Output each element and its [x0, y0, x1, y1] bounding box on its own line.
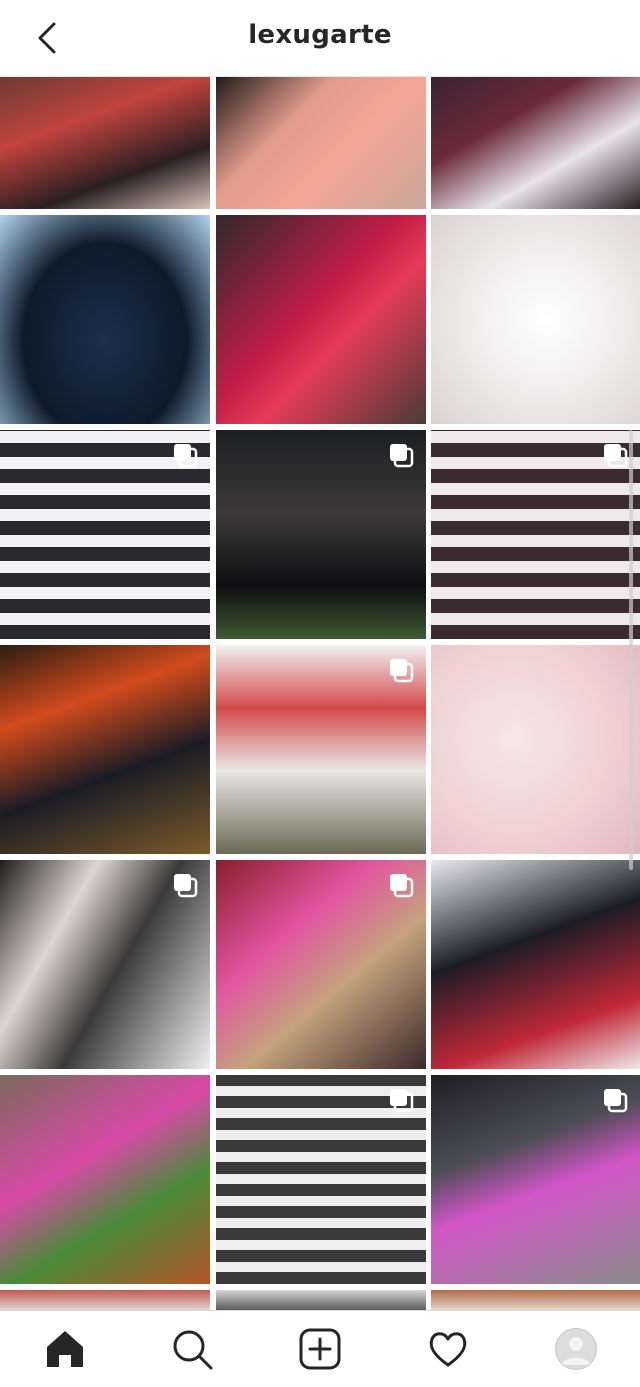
multiple-photos-icon [174, 874, 198, 898]
scrollbar[interactable] [629, 430, 633, 870]
post-7[interactable] [0, 430, 210, 639]
post-10[interactable] [0, 645, 210, 854]
post-11[interactable] [216, 645, 426, 854]
multiple-photos-icon [390, 444, 414, 468]
post-20[interactable] [216, 1290, 426, 1310]
post-4[interactable] [0, 215, 210, 424]
post-2[interactable] [216, 76, 426, 209]
post-3[interactable] [431, 76, 640, 209]
heart-icon [429, 1332, 467, 1367]
post-17[interactable] [216, 1075, 426, 1284]
post-14[interactable] [216, 860, 426, 1069]
person-silhouette-icon [562, 1337, 590, 1365]
tab-home[interactable] [41, 1325, 89, 1373]
post-5[interactable] [216, 215, 426, 424]
post-12[interactable] [431, 645, 640, 854]
post-6[interactable] [431, 215, 640, 424]
multiple-photos-icon [174, 444, 198, 468]
profile-avatar [555, 1328, 597, 1370]
header: lexugarte [0, 0, 640, 77]
multiple-photos-icon [390, 659, 414, 683]
multiple-photos-icon [604, 1089, 628, 1113]
tab-search[interactable] [168, 1325, 216, 1373]
tab-activity[interactable] [424, 1325, 472, 1373]
search-icon [173, 1330, 213, 1370]
post-21[interactable] [431, 1290, 640, 1310]
post-1[interactable] [0, 76, 210, 209]
multiple-photos-icon [604, 444, 628, 468]
post-18[interactable] [431, 1075, 640, 1284]
tab-profile[interactable] [552, 1325, 600, 1373]
multiple-photos-icon [390, 874, 414, 898]
post-19[interactable] [0, 1290, 210, 1310]
post-9[interactable] [431, 430, 640, 639]
post-15[interactable] [431, 860, 640, 1069]
home-icon [47, 1331, 83, 1367]
profile-username: lexugarte [248, 20, 392, 50]
bottom-tab-bar [0, 1310, 640, 1387]
add-post-icon [299, 1328, 341, 1370]
post-16[interactable] [0, 1075, 210, 1284]
post-8[interactable] [216, 430, 426, 639]
posts-grid [0, 76, 640, 1310]
post-13[interactable] [0, 860, 210, 1069]
multiple-photos-icon [390, 1089, 414, 1113]
tab-new-post[interactable] [296, 1325, 344, 1373]
